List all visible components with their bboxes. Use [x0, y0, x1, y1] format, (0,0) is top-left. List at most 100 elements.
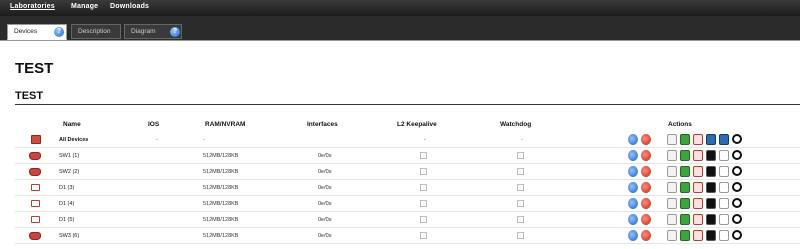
snapshot-icon[interactable] — [680, 214, 690, 225]
config-icon[interactable] — [667, 134, 677, 145]
tab-description[interactable]: Description — [71, 24, 121, 39]
config-icon[interactable] — [667, 214, 677, 225]
nav-downloads[interactable]: Downloads — [110, 3, 149, 10]
stop-icon[interactable] — [641, 230, 651, 241]
router-icon — [29, 152, 41, 160]
snapshot-icon[interactable] — [680, 230, 690, 241]
table-row: SW1 (1) 512MB/128KB 0e/0s — [15, 148, 800, 164]
config-icon[interactable] — [667, 166, 677, 177]
console-icon[interactable] — [706, 230, 716, 241]
wipe-icon[interactable] — [693, 230, 703, 241]
edit-icon[interactable] — [719, 150, 729, 161]
device-name[interactable]: All Devices — [59, 132, 88, 148]
wipe-icon[interactable] — [693, 150, 703, 161]
l2-keepalive-checkbox[interactable] — [420, 232, 427, 239]
nav-laboratories[interactable]: Laboratories — [10, 3, 55, 10]
edit-icon[interactable] — [719, 198, 729, 209]
refresh-icon[interactable] — [732, 198, 742, 208]
nav-manage[interactable]: Manage — [71, 3, 98, 10]
device-name[interactable]: SW1 (1) — [59, 148, 79, 164]
snapshot-icon[interactable] — [680, 150, 690, 161]
wipe-icon[interactable] — [693, 134, 703, 145]
edit-icon[interactable] — [719, 230, 729, 241]
stop-icon[interactable] — [641, 166, 651, 177]
wipe-icon[interactable] — [693, 182, 703, 193]
export-icon[interactable] — [654, 150, 664, 161]
help-icon[interactable]: ? — [54, 27, 64, 37]
watchdog-checkbox[interactable] — [517, 184, 524, 191]
export-icon[interactable] — [654, 198, 664, 209]
start-icon[interactable] — [628, 198, 638, 209]
device-name[interactable]: SW3 (6) — [59, 228, 79, 244]
start-icon[interactable] — [628, 150, 638, 161]
l2-keepalive-checkbox[interactable] — [420, 184, 427, 191]
l2-keepalive-checkbox[interactable] — [420, 216, 427, 223]
config-icon[interactable] — [667, 182, 677, 193]
col-header-ram: RAM/NVRAM — [205, 121, 246, 128]
l2-keepalive-checkbox[interactable] — [420, 200, 427, 207]
top-navigation-bar: Laboratories Manage Downloads — [0, 0, 800, 16]
page-title: TEST — [15, 60, 54, 77]
refresh-icon[interactable] — [732, 150, 742, 160]
refresh-icon[interactable] — [732, 214, 742, 224]
console-icon[interactable] — [706, 166, 716, 177]
export-icon[interactable] — [654, 134, 664, 145]
pc-icon — [31, 184, 40, 191]
export-icon[interactable] — [654, 214, 664, 225]
snapshot-icon[interactable] — [680, 134, 690, 145]
console-icon[interactable] — [706, 198, 716, 209]
config-icon[interactable] — [667, 230, 677, 241]
console-icon[interactable] — [706, 182, 716, 193]
watchdog-checkbox[interactable] — [517, 168, 524, 175]
console-icon[interactable] — [706, 150, 716, 161]
config-icon[interactable] — [667, 150, 677, 161]
delete-icon[interactable] — [719, 134, 729, 145]
l2-keepalive-checkbox[interactable] — [420, 168, 427, 175]
device-ram-nvram: 512MB/128KB — [203, 185, 239, 191]
stop-icon[interactable] — [641, 150, 651, 161]
wipe-icon[interactable] — [693, 214, 703, 225]
snapshot-icon[interactable] — [680, 166, 690, 177]
stop-icon[interactable] — [641, 198, 651, 209]
snapshot-icon[interactable] — [680, 198, 690, 209]
stop-icon[interactable] — [641, 182, 651, 193]
start-icon[interactable] — [628, 230, 638, 241]
device-name[interactable]: D1 (4) — [59, 196, 74, 212]
tab-diagram[interactable]: Diagram ? — [124, 24, 182, 39]
l2-keepalive-checkbox[interactable] — [420, 152, 427, 159]
start-icon[interactable] — [628, 134, 638, 145]
device-name[interactable]: SW2 (2) — [59, 164, 79, 180]
help-icon[interactable]: ? — [170, 27, 180, 37]
watchdog-checkbox[interactable] — [517, 232, 524, 239]
export-icon[interactable] — [654, 230, 664, 241]
stop-icon[interactable] — [641, 214, 651, 225]
start-icon[interactable] — [628, 182, 638, 193]
wipe-icon[interactable] — [693, 198, 703, 209]
wipe-icon[interactable] — [693, 166, 703, 177]
watchdog-checkbox[interactable] — [517, 216, 524, 223]
device-ram-nvram: - — [203, 137, 205, 143]
edit-icon[interactable] — [719, 214, 729, 225]
watchdog-checkbox[interactable] — [517, 152, 524, 159]
watchdog-checkbox[interactable] — [517, 200, 524, 207]
refresh-icon[interactable] — [732, 166, 742, 176]
edit-icon[interactable] — [706, 134, 716, 145]
refresh-icon[interactable] — [732, 134, 742, 144]
refresh-icon[interactable] — [732, 230, 742, 240]
console-icon[interactable] — [706, 214, 716, 225]
stop-icon[interactable] — [641, 134, 651, 145]
export-icon[interactable] — [654, 182, 664, 193]
start-icon[interactable] — [628, 166, 638, 177]
device-l2-keepalive: - — [424, 137, 426, 143]
device-name[interactable]: D1 (5) — [59, 212, 74, 228]
export-icon[interactable] — [654, 166, 664, 177]
edit-icon[interactable] — [719, 166, 729, 177]
device-name[interactable]: D1 (3) — [59, 180, 74, 196]
tab-devices[interactable]: Devices ? — [7, 24, 67, 40]
refresh-icon[interactable] — [732, 182, 742, 192]
snapshot-icon[interactable] — [680, 182, 690, 193]
device-ram-nvram: 512MB/128KB — [203, 201, 239, 207]
edit-icon[interactable] — [719, 182, 729, 193]
start-icon[interactable] — [628, 214, 638, 225]
config-icon[interactable] — [667, 198, 677, 209]
